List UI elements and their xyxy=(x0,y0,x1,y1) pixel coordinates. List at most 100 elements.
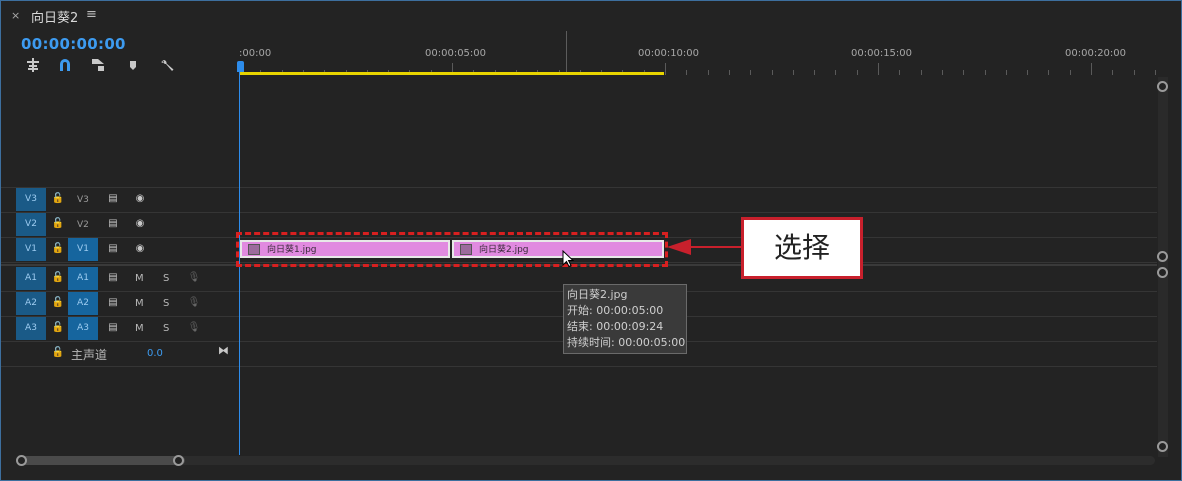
ruler-tick xyxy=(835,70,837,75)
ruler-tick xyxy=(1027,70,1029,75)
source-patch-v1[interactable]: V1 xyxy=(16,238,46,261)
clip-tooltip: 向日葵2.jpg 开始: 00:00:05:00 结束: 00:00:09:24… xyxy=(563,284,687,354)
ruler-tick xyxy=(1091,63,1092,75)
mute-button[interactable]: M xyxy=(135,298,144,309)
ruler-tick xyxy=(814,70,816,75)
scroll-handle-top[interactable] xyxy=(1157,81,1168,92)
source-patch-a3[interactable]: A3 xyxy=(16,317,46,340)
time-ruler[interactable]: :00:00 00:00:05:00 00:00:10:00 00:00:15:… xyxy=(239,45,1156,75)
microphone-icon[interactable]: 🎙 xyxy=(187,322,201,333)
ruler-tick xyxy=(792,70,794,75)
source-patch-a1[interactable]: A1 xyxy=(16,267,46,290)
insert-sequence-as-nest-icon[interactable] xyxy=(25,57,41,73)
track-target-v2[interactable]: V2 xyxy=(77,220,89,230)
scroll-handle-bottom[interactable] xyxy=(1157,441,1168,452)
source-patch-a2[interactable]: A2 xyxy=(16,292,46,315)
ruler-label: 00:00:15:00 xyxy=(851,48,913,59)
microphone-icon[interactable]: 🎙 xyxy=(187,297,201,308)
horizontal-scrollbar[interactable] xyxy=(17,456,1155,465)
solo-button[interactable]: S xyxy=(163,273,169,284)
ruler-label: :00:00 xyxy=(239,48,272,59)
microphone-icon[interactable]: 🎙 xyxy=(187,272,201,283)
track-target-v3[interactable]: V3 xyxy=(77,195,89,205)
sequence-tab[interactable]: 向日葵2 xyxy=(31,7,78,26)
lock-icon[interactable]: 🔓 xyxy=(51,347,65,358)
ruler-label: 00:00:05:00 xyxy=(425,48,487,59)
zoom-handle-left[interactable] xyxy=(16,455,27,466)
lock-icon[interactable]: 🔓 xyxy=(51,272,65,283)
track-target-a1[interactable]: A1 xyxy=(68,267,98,290)
panel-header xyxy=(1,1,1181,31)
tooltip-end: 结束: 00:00:09:24 xyxy=(567,320,664,333)
sync-lock-icon[interactable]: ▤ xyxy=(106,243,120,254)
lock-icon[interactable]: 🔓 xyxy=(51,218,65,229)
tooltip-start: 开始: 00:00:05:00 xyxy=(567,304,664,317)
solo-button[interactable]: S xyxy=(163,298,169,309)
go-to-in-out-icon[interactable]: ⧓ xyxy=(218,344,229,357)
zoom-handle-right[interactable] xyxy=(173,455,184,466)
playhead-timecode[interactable]: 00:00:00:00 xyxy=(21,35,126,53)
tooltip-clip-name: 向日葵2.jpg xyxy=(567,288,628,301)
mute-button[interactable]: M xyxy=(135,273,144,284)
ruler-tick xyxy=(1005,70,1007,75)
sync-lock-icon[interactable]: ▤ xyxy=(106,322,120,333)
ruler-tick xyxy=(1154,70,1156,75)
ruler-tick xyxy=(899,70,901,75)
ruler-tick xyxy=(1112,70,1114,75)
ruler-label: 00:00:20:00 xyxy=(1065,48,1127,59)
master-volume-value[interactable]: 0.0 xyxy=(147,348,163,359)
snap-icon[interactable] xyxy=(57,57,73,73)
ruler-tick xyxy=(856,70,858,75)
eye-icon[interactable]: ◉ xyxy=(133,243,147,254)
ruler-tick xyxy=(1048,70,1050,75)
ruler-tick xyxy=(728,70,730,75)
ruler-tick xyxy=(771,70,773,75)
playhead-handle[interactable] xyxy=(237,61,244,72)
work-area-bar[interactable] xyxy=(239,72,664,75)
lock-icon[interactable]: 🔓 xyxy=(51,193,65,204)
source-patch-v2[interactable]: V2 xyxy=(16,213,46,236)
ruler-tick xyxy=(665,63,666,75)
track-row-v3: V3 🔓 V3 ▤ ◉ xyxy=(1,188,1157,213)
scroll-handle-audio-top[interactable] xyxy=(1157,267,1168,278)
master-track-label: 主声道 xyxy=(71,348,108,362)
callout-arrow xyxy=(667,239,741,255)
sync-lock-icon[interactable]: ▤ xyxy=(106,193,120,204)
scroll-handle-video-bottom[interactable] xyxy=(1157,251,1168,262)
track-target-a2[interactable]: A2 xyxy=(68,292,98,315)
ruler-tick xyxy=(1069,70,1071,75)
ruler-divider xyxy=(566,31,567,74)
lock-icon[interactable]: 🔓 xyxy=(51,322,65,333)
tooltip-duration: 持续时间: 00:00:05:00 xyxy=(567,336,686,349)
close-icon[interactable]: × xyxy=(11,9,20,22)
solo-button[interactable]: S xyxy=(163,323,169,334)
ruler-label: 00:00:10:00 xyxy=(638,48,700,59)
ruler-tick xyxy=(920,70,922,75)
ruler-tick xyxy=(963,70,965,75)
selection-highlight xyxy=(236,232,668,267)
sync-lock-icon[interactable]: ▤ xyxy=(106,218,120,229)
lock-icon[interactable]: 🔓 xyxy=(51,297,65,308)
ruler-tick xyxy=(878,63,879,75)
mute-button[interactable]: M xyxy=(135,323,144,334)
eye-icon[interactable]: ◉ xyxy=(133,193,147,204)
panel-menu-icon[interactable]: ≡ xyxy=(86,7,97,22)
ruler-tick xyxy=(984,70,986,75)
timeline-settings-wrench-icon[interactable] xyxy=(159,57,175,73)
track-target-v1[interactable]: V1 xyxy=(68,238,98,261)
eye-icon[interactable]: ◉ xyxy=(133,218,147,229)
ruler-tick xyxy=(750,70,752,75)
callout-box: 选择 xyxy=(741,217,863,279)
lock-icon[interactable]: 🔓 xyxy=(51,243,65,254)
sync-lock-icon[interactable]: ▤ xyxy=(106,297,120,308)
timeline-panel: × 向日葵2 ≡ 00:00:00:00 :00:00 00:00:05:00 … xyxy=(0,0,1182,481)
ruler-tick xyxy=(686,70,688,75)
sync-lock-icon[interactable]: ▤ xyxy=(106,272,120,283)
ruler-tick xyxy=(941,70,943,75)
track-target-a3[interactable]: A3 xyxy=(68,317,98,340)
source-patch-v3[interactable]: V3 xyxy=(16,188,46,211)
add-marker-icon[interactable] xyxy=(125,57,141,73)
linked-selection-icon[interactable] xyxy=(90,57,106,73)
horizontal-scroll-thumb[interactable] xyxy=(17,456,185,465)
ruler-tick xyxy=(707,70,709,75)
